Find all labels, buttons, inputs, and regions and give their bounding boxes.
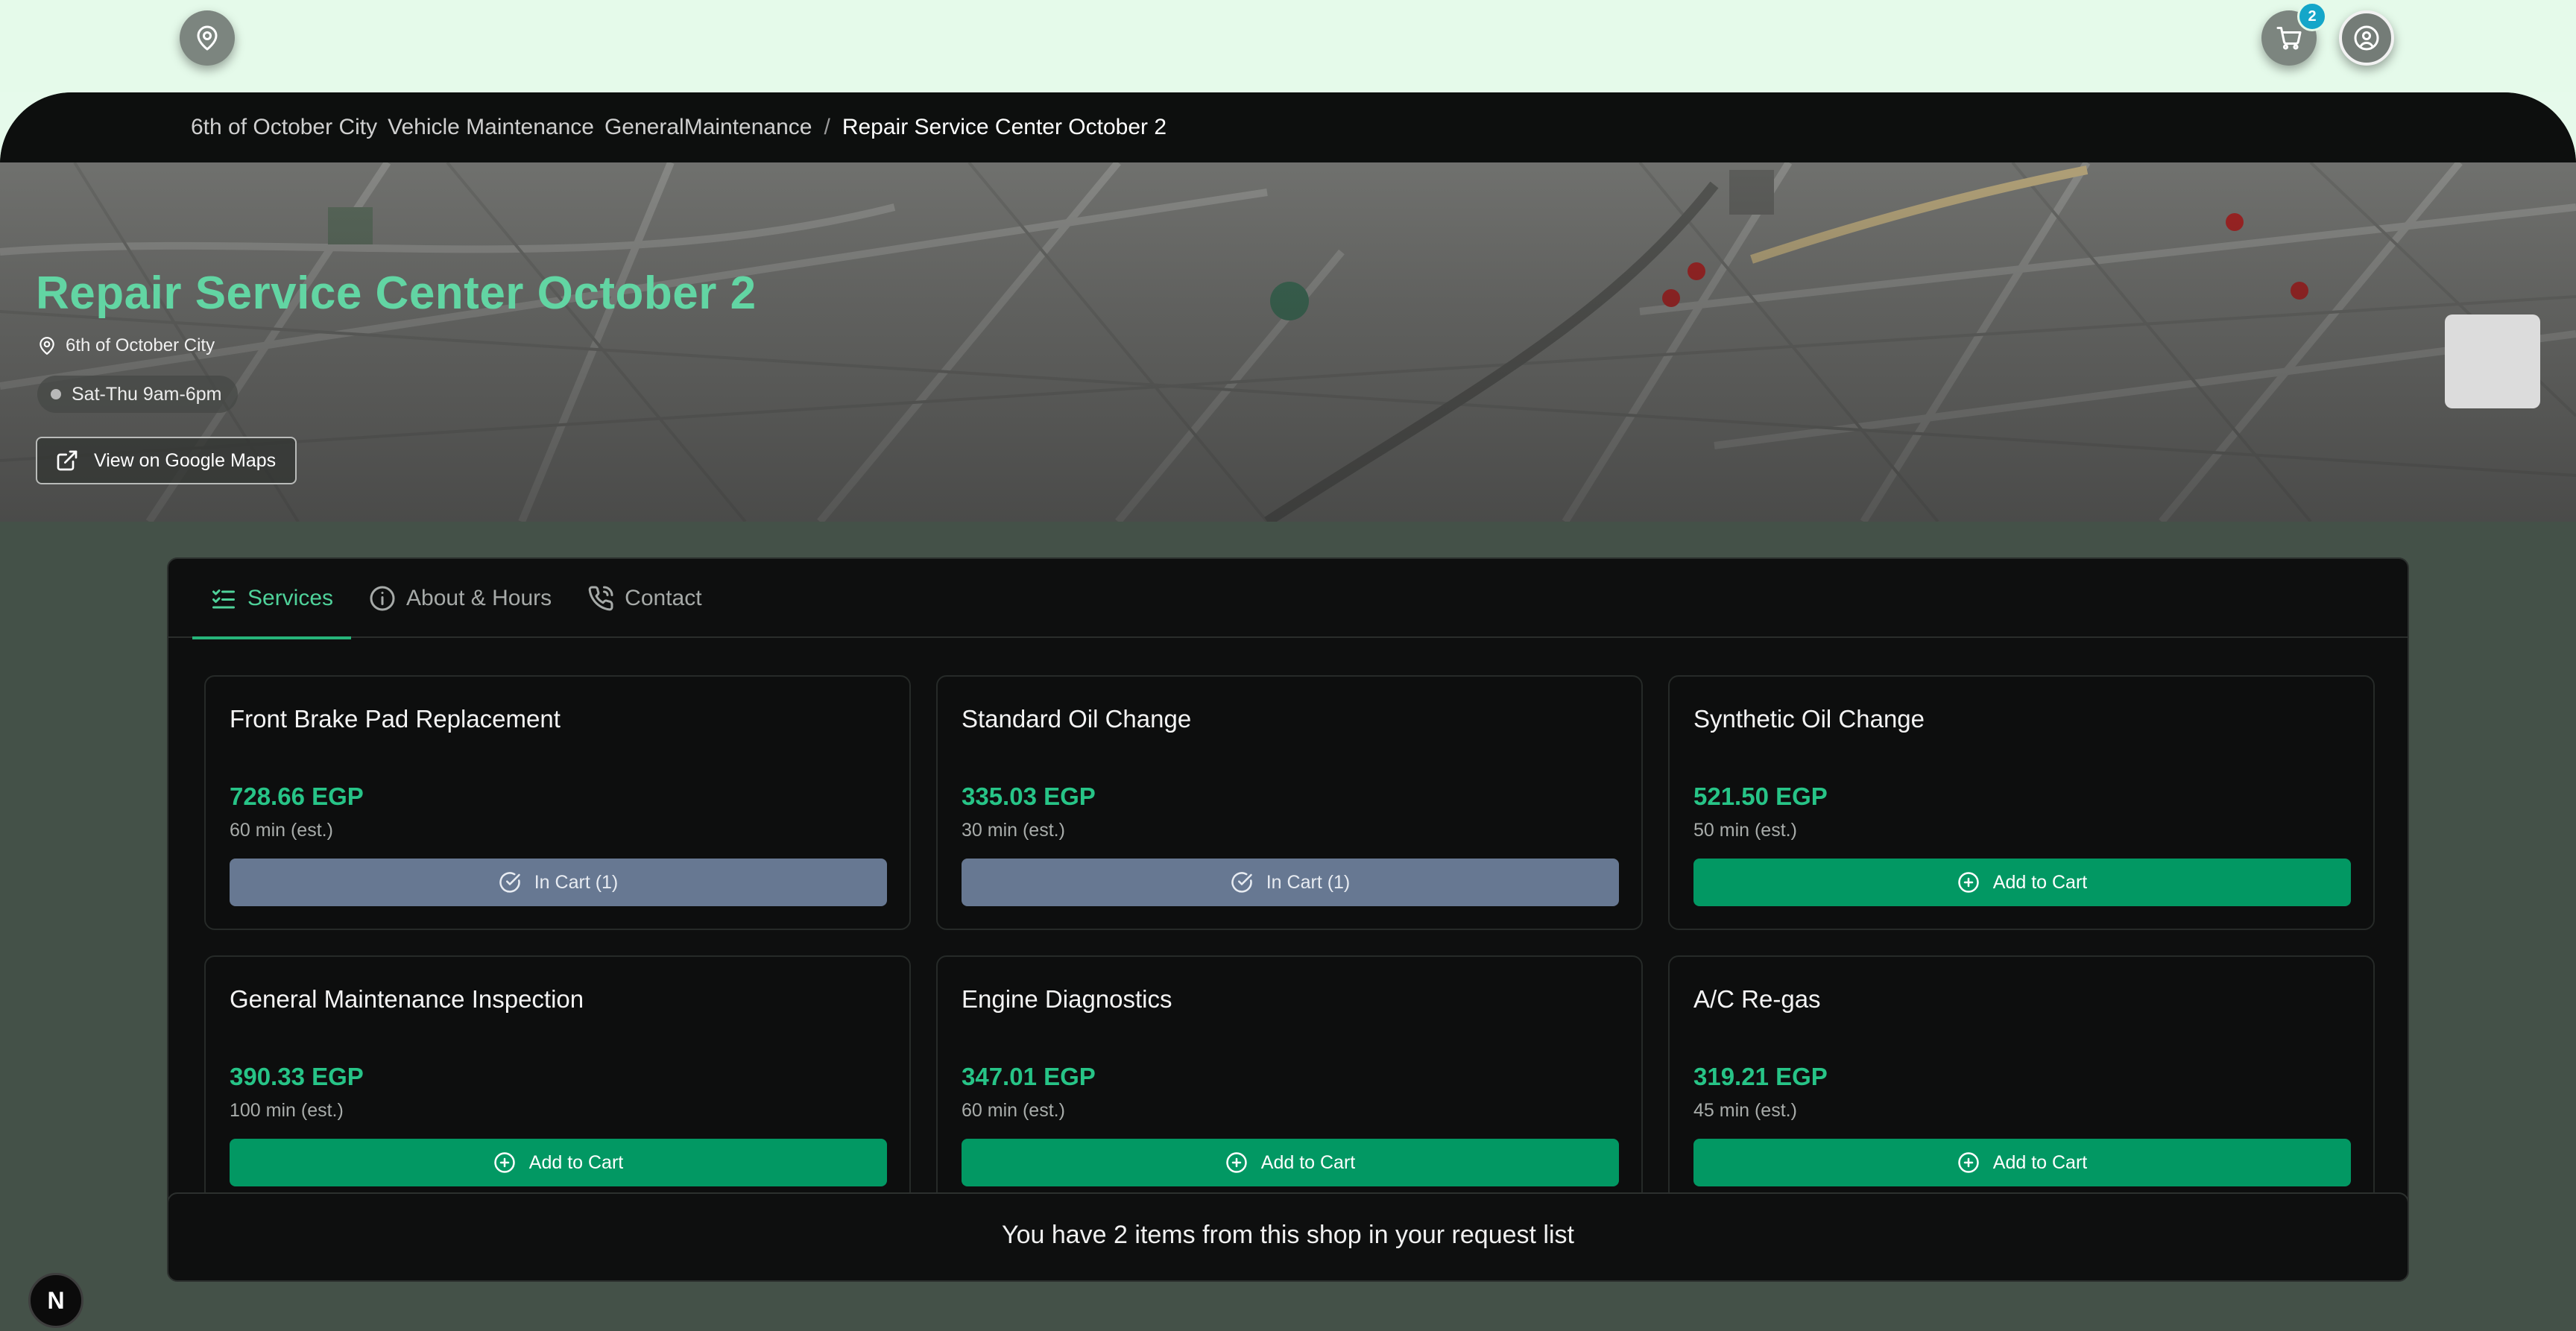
top-bar — [0, 0, 2576, 92]
add-to-cart-button[interactable]: Add to Cart — [1693, 859, 2351, 906]
service-card: A/C Re-gas 319.21 EGP 45 min (est.) Add … — [1668, 955, 2375, 1210]
service-duration: 50 min (est.) — [1693, 820, 1797, 841]
add-to-cart-label: Add to Cart — [1992, 871, 2088, 893]
service-name: Standard Oil Change — [962, 705, 1192, 733]
tab-about-hours[interactable]: About & Hours — [351, 559, 569, 638]
plus-circle-icon — [1226, 1152, 1247, 1173]
shop-thumbnail[interactable] — [2445, 314, 2540, 408]
add-to-cart-label: Add to Cart — [1992, 1151, 2088, 1173]
plus-circle-icon — [1958, 1152, 1979, 1173]
user-circle-icon — [2354, 25, 2379, 51]
service-duration: 100 min (est.) — [230, 1100, 344, 1121]
cart-count-badge: 2 — [2297, 1, 2327, 31]
page-title: Repair Service Center October 2 — [36, 268, 757, 319]
service-grid: Front Brake Pad Replacement 728.66 EGP 6… — [204, 675, 2375, 1210]
tab-services[interactable]: Services — [192, 559, 352, 639]
add-to-cart-button[interactable]: Add to Cart — [230, 1139, 887, 1186]
service-name: General Maintenance Inspection — [230, 985, 584, 1013]
service-duration: 60 min (est.) — [230, 820, 333, 841]
main-shell: 6th of October City Vehicle Maintenance … — [0, 92, 2576, 1331]
view-on-google-maps-button[interactable]: View on Google Maps — [36, 437, 297, 484]
service-card: Standard Oil Change 335.03 EGP 30 min (e… — [936, 675, 1643, 930]
in-cart-label: In Cart (1) — [534, 871, 619, 893]
tab-contact-label: Contact — [625, 586, 702, 610]
tab-contact[interactable]: Contact — [569, 559, 719, 638]
add-to-cart-label: Add to Cart — [528, 1151, 624, 1173]
breadcrumb-item-subcategory[interactable]: GeneralMaintenance — [604, 115, 812, 140]
service-card: Synthetic Oil Change 521.50 EGP 50 min (… — [1668, 675, 2375, 930]
plus-circle-icon — [1958, 872, 1979, 893]
request-list-notice: You have 2 items from this shop in your … — [167, 1192, 2409, 1282]
in-cart-label: In Cart (1) — [1266, 871, 1351, 893]
service-name: Synthetic Oil Change — [1693, 705, 1925, 733]
add-to-cart-button[interactable]: Add to Cart — [962, 1139, 1619, 1186]
check-circle-icon — [499, 872, 520, 893]
hours-badge: Sat-Thu 9am-6pm — [37, 376, 239, 413]
plus-circle-icon — [494, 1152, 515, 1173]
external-link-icon — [57, 450, 78, 471]
map-pin-icon — [197, 25, 218, 51]
status-dot — [51, 389, 61, 399]
breadcrumb: 6th of October City Vehicle Maintenance … — [0, 92, 2576, 162]
service-card: Engine Diagnostics 347.01 EGP 60 min (es… — [936, 955, 1643, 1210]
nextjs-dev-badge[interactable]: N — [28, 1273, 83, 1328]
tab-bar: Services About & Hours Contact — [168, 559, 2408, 639]
service-duration: 60 min (est.) — [962, 1100, 1065, 1121]
service-name: Front Brake Pad Replacement — [230, 705, 561, 733]
location-button[interactable] — [180, 10, 235, 66]
service-price: 335.03 EGP — [962, 783, 1096, 810]
breadcrumb-current: Repair Service Center October 2 — [842, 115, 1167, 139]
view-on-google-maps-label: View on Google Maps — [94, 449, 277, 471]
breadcrumb-item-category[interactable]: Vehicle Maintenance — [388, 115, 594, 140]
services-panel: Services About & Hours Contact Front Bra… — [167, 557, 2409, 1249]
hours-text: Sat-Thu 9am-6pm — [72, 383, 222, 405]
service-card: Front Brake Pad Replacement 728.66 EGP 6… — [204, 675, 911, 930]
service-price: 347.01 EGP — [962, 1063, 1096, 1090]
service-name: Engine Diagnostics — [962, 985, 1172, 1013]
check-circle-icon — [1231, 872, 1252, 893]
info-icon — [370, 586, 395, 611]
breadcrumb-item-city[interactable]: 6th of October City — [191, 115, 377, 140]
service-price: 390.33 EGP — [230, 1063, 364, 1090]
service-name: A/C Re-gas — [1693, 985, 1821, 1013]
add-to-cart-button[interactable]: Add to Cart — [1693, 1139, 2351, 1186]
cart-icon — [2276, 27, 2302, 50]
tab-services-label: Services — [247, 586, 334, 610]
add-to-cart-label: Add to Cart — [1260, 1151, 1356, 1173]
hero-shade — [0, 162, 2576, 522]
user-account-button[interactable] — [2339, 10, 2394, 66]
service-price: 319.21 EGP — [1693, 1063, 1828, 1090]
hero-map-banner: Repair Service Center October 2 6th of O… — [0, 162, 2576, 522]
in-cart-button[interactable]: In Cart (1) — [962, 859, 1619, 906]
checklist-icon — [212, 589, 235, 609]
shop-location: 6th of October City — [37, 335, 215, 356]
breadcrumb-separator: / — [824, 115, 830, 139]
service-duration: 30 min (est.) — [962, 820, 1065, 841]
shop-location-text: 6th of October City — [66, 335, 215, 355]
tab-about-hours-label: About & Hours — [406, 586, 552, 610]
service-price: 728.66 EGP — [230, 783, 364, 810]
in-cart-button[interactable]: In Cart (1) — [230, 859, 887, 906]
service-duration: 45 min (est.) — [1693, 1100, 1797, 1121]
map-pin-icon — [40, 337, 54, 355]
phone-icon — [588, 586, 613, 611]
service-price: 521.50 EGP — [1693, 783, 1828, 810]
service-card: General Maintenance Inspection 390.33 EG… — [204, 955, 911, 1210]
